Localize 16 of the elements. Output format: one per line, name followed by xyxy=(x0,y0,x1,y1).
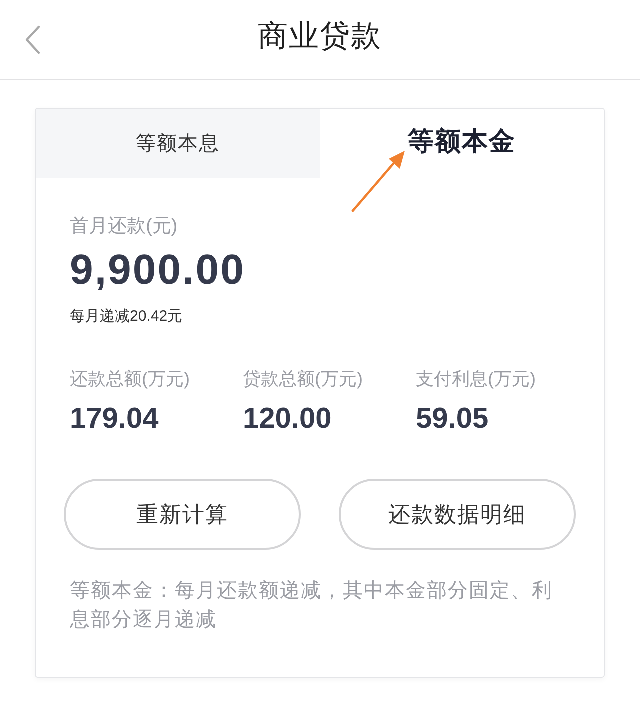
stat-label: 贷款总额(万元) xyxy=(243,368,364,391)
tab[interactable]: 等额本金 xyxy=(320,109,604,178)
stat-value: 120.00 xyxy=(243,403,333,435)
first-payment-amount: 9,900.00 xyxy=(70,247,246,293)
action-button[interactable]: 重新计算 xyxy=(64,479,301,550)
first-payment-label: 首月还款(元) xyxy=(70,215,179,239)
page-title: 商业贷款 xyxy=(258,18,382,54)
back-icon[interactable] xyxy=(24,25,41,55)
stat-label: 支付利息(万元) xyxy=(416,368,537,391)
stat-value: 59.05 xyxy=(416,403,490,435)
action-button[interactable]: 还款数据明细 xyxy=(339,479,576,550)
tab[interactable]: 等额本息 xyxy=(36,109,320,178)
stat-label: 还款总额(万元) xyxy=(70,368,191,391)
stat-value: 179.04 xyxy=(70,403,160,435)
monthly-decrease-note: 每月递减20.42元 xyxy=(70,307,184,327)
method-description: 等额本金：每月还款额递减，其中本金部分固定、利息部分逐月递减 xyxy=(70,579,554,633)
